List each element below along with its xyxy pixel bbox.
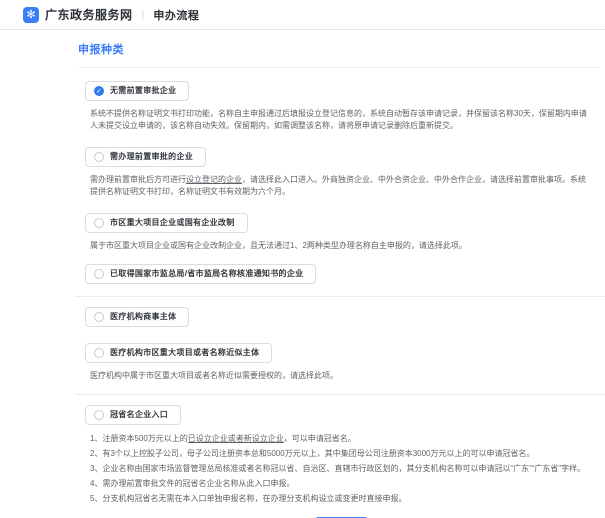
option-no-preapproval[interactable]: ✓ 无需前置审批企业 [85, 81, 189, 101]
option-label: 已取得国家市监总局/省市监局名称核准通知书的企业 [110, 269, 303, 279]
option-label: 医疗机构市区重大项目或者名称近似主体 [110, 348, 259, 358]
radio-checked-icon: ✓ [94, 86, 104, 96]
header-separator: | [142, 9, 145, 21]
rule-text: 3、企业名称由国家市场监督管理总局核准或者名称冠以省、自治区、直辖市行政区划的，… [90, 464, 585, 473]
rule-text: 1、注册资本500万元以上的 [90, 434, 188, 443]
radio-unchecked-icon [94, 312, 104, 322]
radio-unchecked-icon [94, 410, 104, 420]
header-brand[interactable]: ✻ 广东政务服务网 [23, 6, 133, 23]
rule-item: 4、需办理前置审批文件的冠省名企业名称从此入口申报。 [90, 478, 591, 490]
radio-unchecked-icon [94, 152, 104, 162]
gd-gov-logo-icon: ✻ [23, 7, 39, 23]
option-preapproval-required[interactable]: 需办理前置审批的企业 [85, 147, 206, 167]
nav-title: 申办流程 [153, 7, 199, 23]
option-description: 属于市区重大项目企业或国有企业改制企业，且无法通过1、2两种类型办理名称自主申报… [90, 240, 591, 252]
title-block: 申报种类 [78, 30, 599, 68]
option-label: 市区重大项目企业或国有企业改制 [110, 218, 235, 228]
section-divider [75, 394, 605, 395]
option-description: 需办理前置审批后方可进行设立登记的企业，请选择此入口进入。外商独资企业、中外合资… [90, 174, 591, 198]
desc-text: 需办理前置审批后方可进行 [90, 175, 186, 184]
options-list: ✓ 无需前置审批企业 系统不提供名称证明文书打印功能，名称自主申报通过后填报设立… [0, 81, 605, 505]
radio-unchecked-icon [94, 348, 104, 358]
page-title: 申报种类 [78, 44, 124, 56]
rule-text: ，可以申请冠省名。 [284, 434, 356, 443]
option-description: 医疗机构中属于市区重大项目或者名称近似需要授权的，请选择此项。 [90, 370, 591, 382]
desc-underlined-text: 设立登记的企业 [186, 175, 242, 184]
radio-unchecked-icon [94, 218, 104, 228]
radio-unchecked-icon [94, 269, 104, 279]
option-label: 冠省名企业入口 [110, 410, 168, 420]
rule-item: 5、分支机构冠省名无需在本入口单独申报名称，在办理分支机构设立或变更时直接申报。 [90, 493, 591, 505]
option-label: 无需前置审批企业 [110, 86, 176, 96]
rule-item: 1、注册资本500万元以上的已设立企业或者新设立企业，可以申请冠省名。 [90, 433, 591, 445]
rule-underlined-text: 已设立企业或者新设立企业 [188, 434, 284, 443]
rule-text: 5、分支机构冠省名无需在本入口单独申报名称，在办理分支机构设立或变更时直接申报。 [90, 494, 406, 503]
rule-text: 4、需办理前置审批文件的冠省名企业名称从此入口申报。 [90, 479, 294, 488]
province-name-rules: 1、注册资本500万元以上的已设立企业或者新设立企业，可以申请冠省名。 2、有3… [90, 433, 591, 505]
option-label: 需办理前置审批的企业 [110, 152, 193, 162]
option-medical-commercial-entity[interactable]: 医疗机构商事主体 [85, 307, 189, 327]
site-name: 广东政务服务网 [45, 6, 133, 23]
option-medical-major-project-or-similar-name[interactable]: 医疗机构市区重大项目或者名称近似主体 [85, 343, 272, 363]
rule-item: 3、企业名称由国家市场监督管理总局核准或者名称冠以省、自治区、直辖市行政区划的，… [90, 463, 591, 475]
option-description: 系统不提供名称证明文书打印功能，名称自主申报通过后填报设立登记信息的，系统自动暂… [90, 108, 591, 132]
option-major-project-or-soe-reform[interactable]: 市区重大项目企业或国有企业改制 [85, 213, 248, 233]
rule-item: 2、有3个以上控股子公司，母子公司注册资本总和5000万元以上，其中集团母公司注… [90, 448, 591, 460]
section-divider [75, 296, 605, 297]
option-province-name-entry[interactable]: 冠省名企业入口 [85, 405, 181, 425]
rule-text: 2、有3个以上控股子公司，母子公司注册资本总和5000万元以上，其中集团母公司注… [90, 449, 535, 458]
header: ✻ 广东政务服务网 | 申办流程 [0, 0, 605, 30]
option-name-approval-notice-obtained[interactable]: 已取得国家市监总局/省市监局名称核准通知书的企业 [85, 264, 316, 284]
option-label: 医疗机构商事主体 [110, 312, 176, 322]
